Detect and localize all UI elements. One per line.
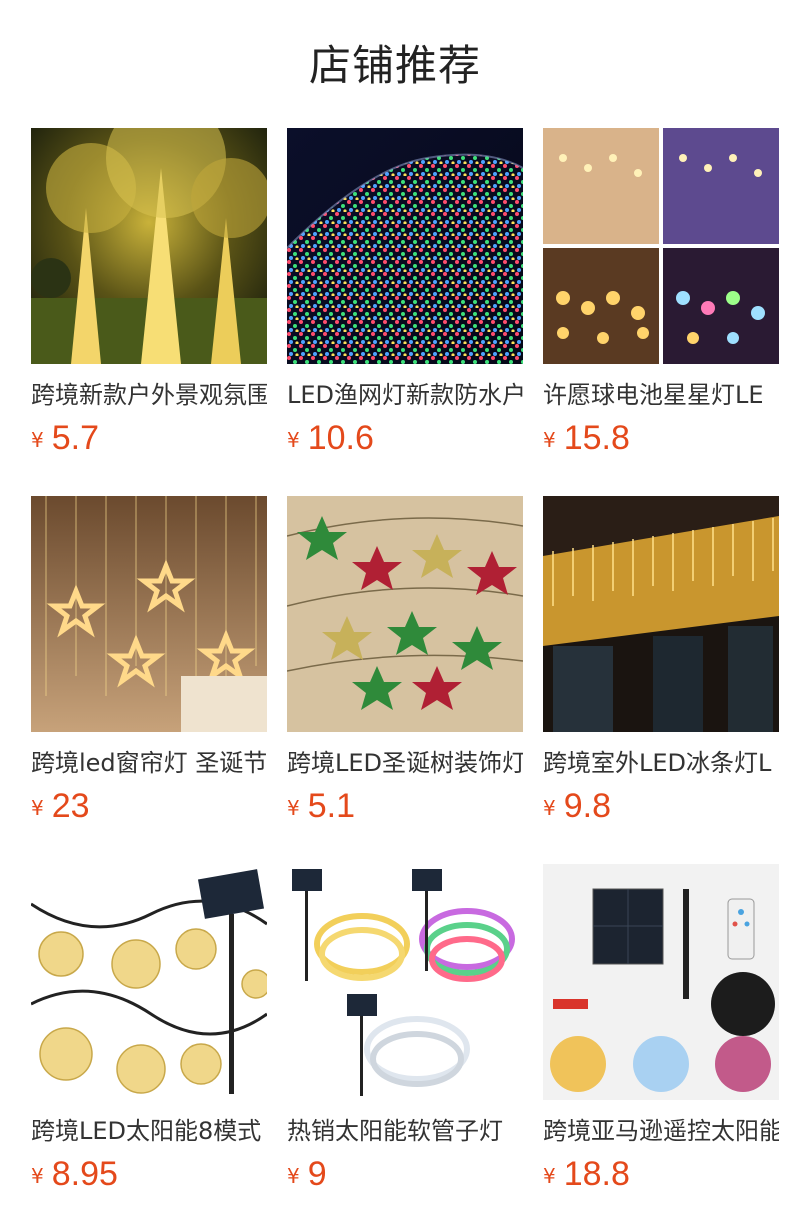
star-window-curtain-image[interactable] bbox=[31, 496, 267, 732]
page-title: 店铺推荐 bbox=[308, 41, 481, 90]
christmas-star-string-image[interactable] bbox=[287, 496, 523, 732]
net-lights-image[interactable] bbox=[287, 128, 523, 364]
product-name[interactable]: 跨境亚马逊遥控太阳能 bbox=[543, 1114, 779, 1148]
product-card[interactable]: 跨境led窗帘灯 圣诞节 ¥23 bbox=[31, 496, 267, 825]
price-value: 5.7 bbox=[51, 419, 99, 457]
price-value: 18.8 bbox=[563, 1155, 630, 1193]
product-card[interactable]: 跨境LED圣诞树装饰灯 ¥5.1 bbox=[287, 496, 523, 825]
currency-symbol: ¥ bbox=[31, 796, 44, 820]
currency-symbol: ¥ bbox=[543, 1164, 556, 1188]
currency-symbol: ¥ bbox=[287, 1164, 300, 1188]
product-price: ¥10.6 bbox=[287, 416, 374, 460]
solar-remote-kit-image[interactable] bbox=[543, 864, 779, 1100]
icicle-lights-image[interactable] bbox=[543, 496, 779, 732]
product-card[interactable]: 跨境室外LED冰条灯L ¥9.8 bbox=[543, 496, 779, 825]
product-price: ¥23 bbox=[31, 784, 90, 828]
solar-globe-lights-image[interactable] bbox=[31, 864, 267, 1100]
product-card[interactable]: 跨境新款户外景观氛围 ¥5.7 bbox=[31, 128, 267, 457]
product-price: ¥15.8 bbox=[543, 416, 630, 460]
price-value: 5.1 bbox=[307, 787, 355, 825]
currency-symbol: ¥ bbox=[287, 796, 300, 820]
price-value: 10.6 bbox=[307, 419, 374, 457]
product-name[interactable]: 许愿球电池星星灯LE bbox=[543, 378, 779, 412]
product-card[interactable]: 热销太阳能软管子灯 ¥9 bbox=[287, 864, 523, 1193]
product-price: ¥5.7 bbox=[31, 416, 99, 460]
currency-symbol: ¥ bbox=[31, 428, 44, 452]
currency-symbol: ¥ bbox=[543, 796, 556, 820]
star-curtain-image[interactable] bbox=[543, 128, 779, 364]
currency-symbol: ¥ bbox=[543, 428, 556, 452]
product-name[interactable]: 热销太阳能软管子灯 bbox=[287, 1114, 523, 1148]
product-name[interactable]: 跨境新款户外景观氛围 bbox=[31, 378, 267, 412]
product-name[interactable]: 跨境室外LED冰条灯L bbox=[543, 746, 779, 780]
currency-symbol: ¥ bbox=[31, 1164, 44, 1188]
price-value: 9.8 bbox=[563, 787, 611, 825]
product-price: ¥8.95 bbox=[31, 1152, 118, 1196]
product-name[interactable]: 跨境LED太阳能8模式 bbox=[31, 1114, 267, 1148]
price-value: 8.95 bbox=[51, 1155, 118, 1193]
price-value: 23 bbox=[51, 787, 90, 825]
product-card[interactable]: LED渔网灯新款防水户 ¥10.6 bbox=[287, 128, 523, 457]
product-card[interactable]: 跨境亚马逊遥控太阳能 ¥18.8 bbox=[543, 864, 779, 1193]
price-value: 15.8 bbox=[563, 419, 630, 457]
product-name[interactable]: LED渔网灯新款防水户 bbox=[287, 378, 523, 412]
product-price: ¥5.1 bbox=[287, 784, 355, 828]
product-price: ¥9.8 bbox=[543, 784, 611, 828]
product-name[interactable]: 跨境led窗帘灯 圣诞节 bbox=[31, 746, 267, 780]
product-price: ¥18.8 bbox=[543, 1152, 630, 1196]
currency-symbol: ¥ bbox=[287, 428, 300, 452]
product-card[interactable]: 许愿球电池星星灯LE ¥15.8 bbox=[543, 128, 779, 457]
product-name[interactable]: 跨境LED圣诞树装饰灯 bbox=[287, 746, 523, 780]
product-price: ¥9 bbox=[287, 1152, 327, 1196]
product-card[interactable]: 跨境LED太阳能8模式 ¥8.95 bbox=[31, 864, 267, 1193]
price-value: 9 bbox=[307, 1155, 327, 1193]
glowing-trees-image[interactable] bbox=[31, 128, 267, 364]
solar-tube-lights-image[interactable] bbox=[287, 864, 523, 1100]
